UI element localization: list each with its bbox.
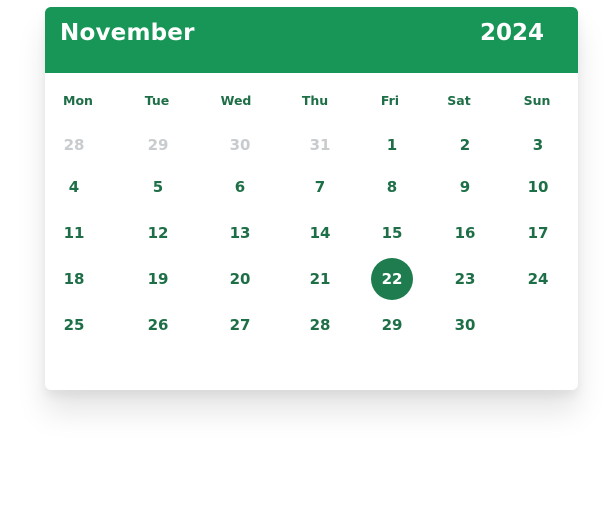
day-cell[interactable]: 11 [53,212,95,254]
year-label[interactable]: 2024 [480,20,544,46]
weekday-thu: Thu [301,93,329,108]
day-cell[interactable]: 19 [137,258,179,300]
day-cell[interactable]: 15 [371,212,413,254]
day-cell[interactable]: 24 [517,258,559,300]
calendar-header: November 2024 [45,7,578,73]
day-cell[interactable]: 17 [517,212,559,254]
day-cell[interactable]: 12 [137,212,179,254]
day-cell[interactable]: 8 [371,166,413,208]
day-cell[interactable]: 20 [219,258,261,300]
day-cell[interactable]: 14 [299,212,341,254]
day-cell[interactable]: 26 [137,304,179,346]
selected-day[interactable]: 22 [371,258,413,300]
day-cell[interactable]: 7 [299,166,341,208]
day-cell[interactable]: 10 [517,166,559,208]
day-cell[interactable]: 28 [53,124,95,166]
day-cell[interactable]: 29 [371,304,413,346]
day-cell[interactable]: 18 [53,258,95,300]
weekday-sun: Sun [523,93,551,108]
weekday-sat: Sat [447,93,471,108]
calendar-widget: November 2024 Mon Tue Wed Thu Fri Sat Su… [45,7,578,390]
day-cell[interactable]: 23 [444,258,486,300]
day-cell[interactable]: 2 [444,124,486,166]
day-cell[interactable]: 4 [53,166,95,208]
day-cell[interactable]: 13 [219,212,261,254]
day-cell[interactable]: 25 [53,304,95,346]
day-cell[interactable]: 5 [137,166,179,208]
day-cell[interactable]: 1 [371,124,413,166]
day-cell[interactable]: 9 [444,166,486,208]
weekday-mon: Mon [63,93,93,108]
day-cell[interactable]: 31 [299,124,341,166]
day-cell[interactable]: 21 [299,258,341,300]
month-label[interactable]: November [60,20,195,46]
weekday-tue: Tue [144,93,170,108]
day-cell[interactable]: 30 [444,304,486,346]
day-cell[interactable]: 3 [517,124,559,166]
day-cell[interactable]: 28 [299,304,341,346]
weekday-wed: Wed [220,93,252,108]
day-cell[interactable]: 29 [137,124,179,166]
day-cell[interactable]: 16 [444,212,486,254]
day-cell[interactable]: 6 [219,166,261,208]
day-cell[interactable]: 30 [219,124,261,166]
weekday-fri: Fri [380,93,400,108]
day-cell[interactable]: 27 [219,304,261,346]
